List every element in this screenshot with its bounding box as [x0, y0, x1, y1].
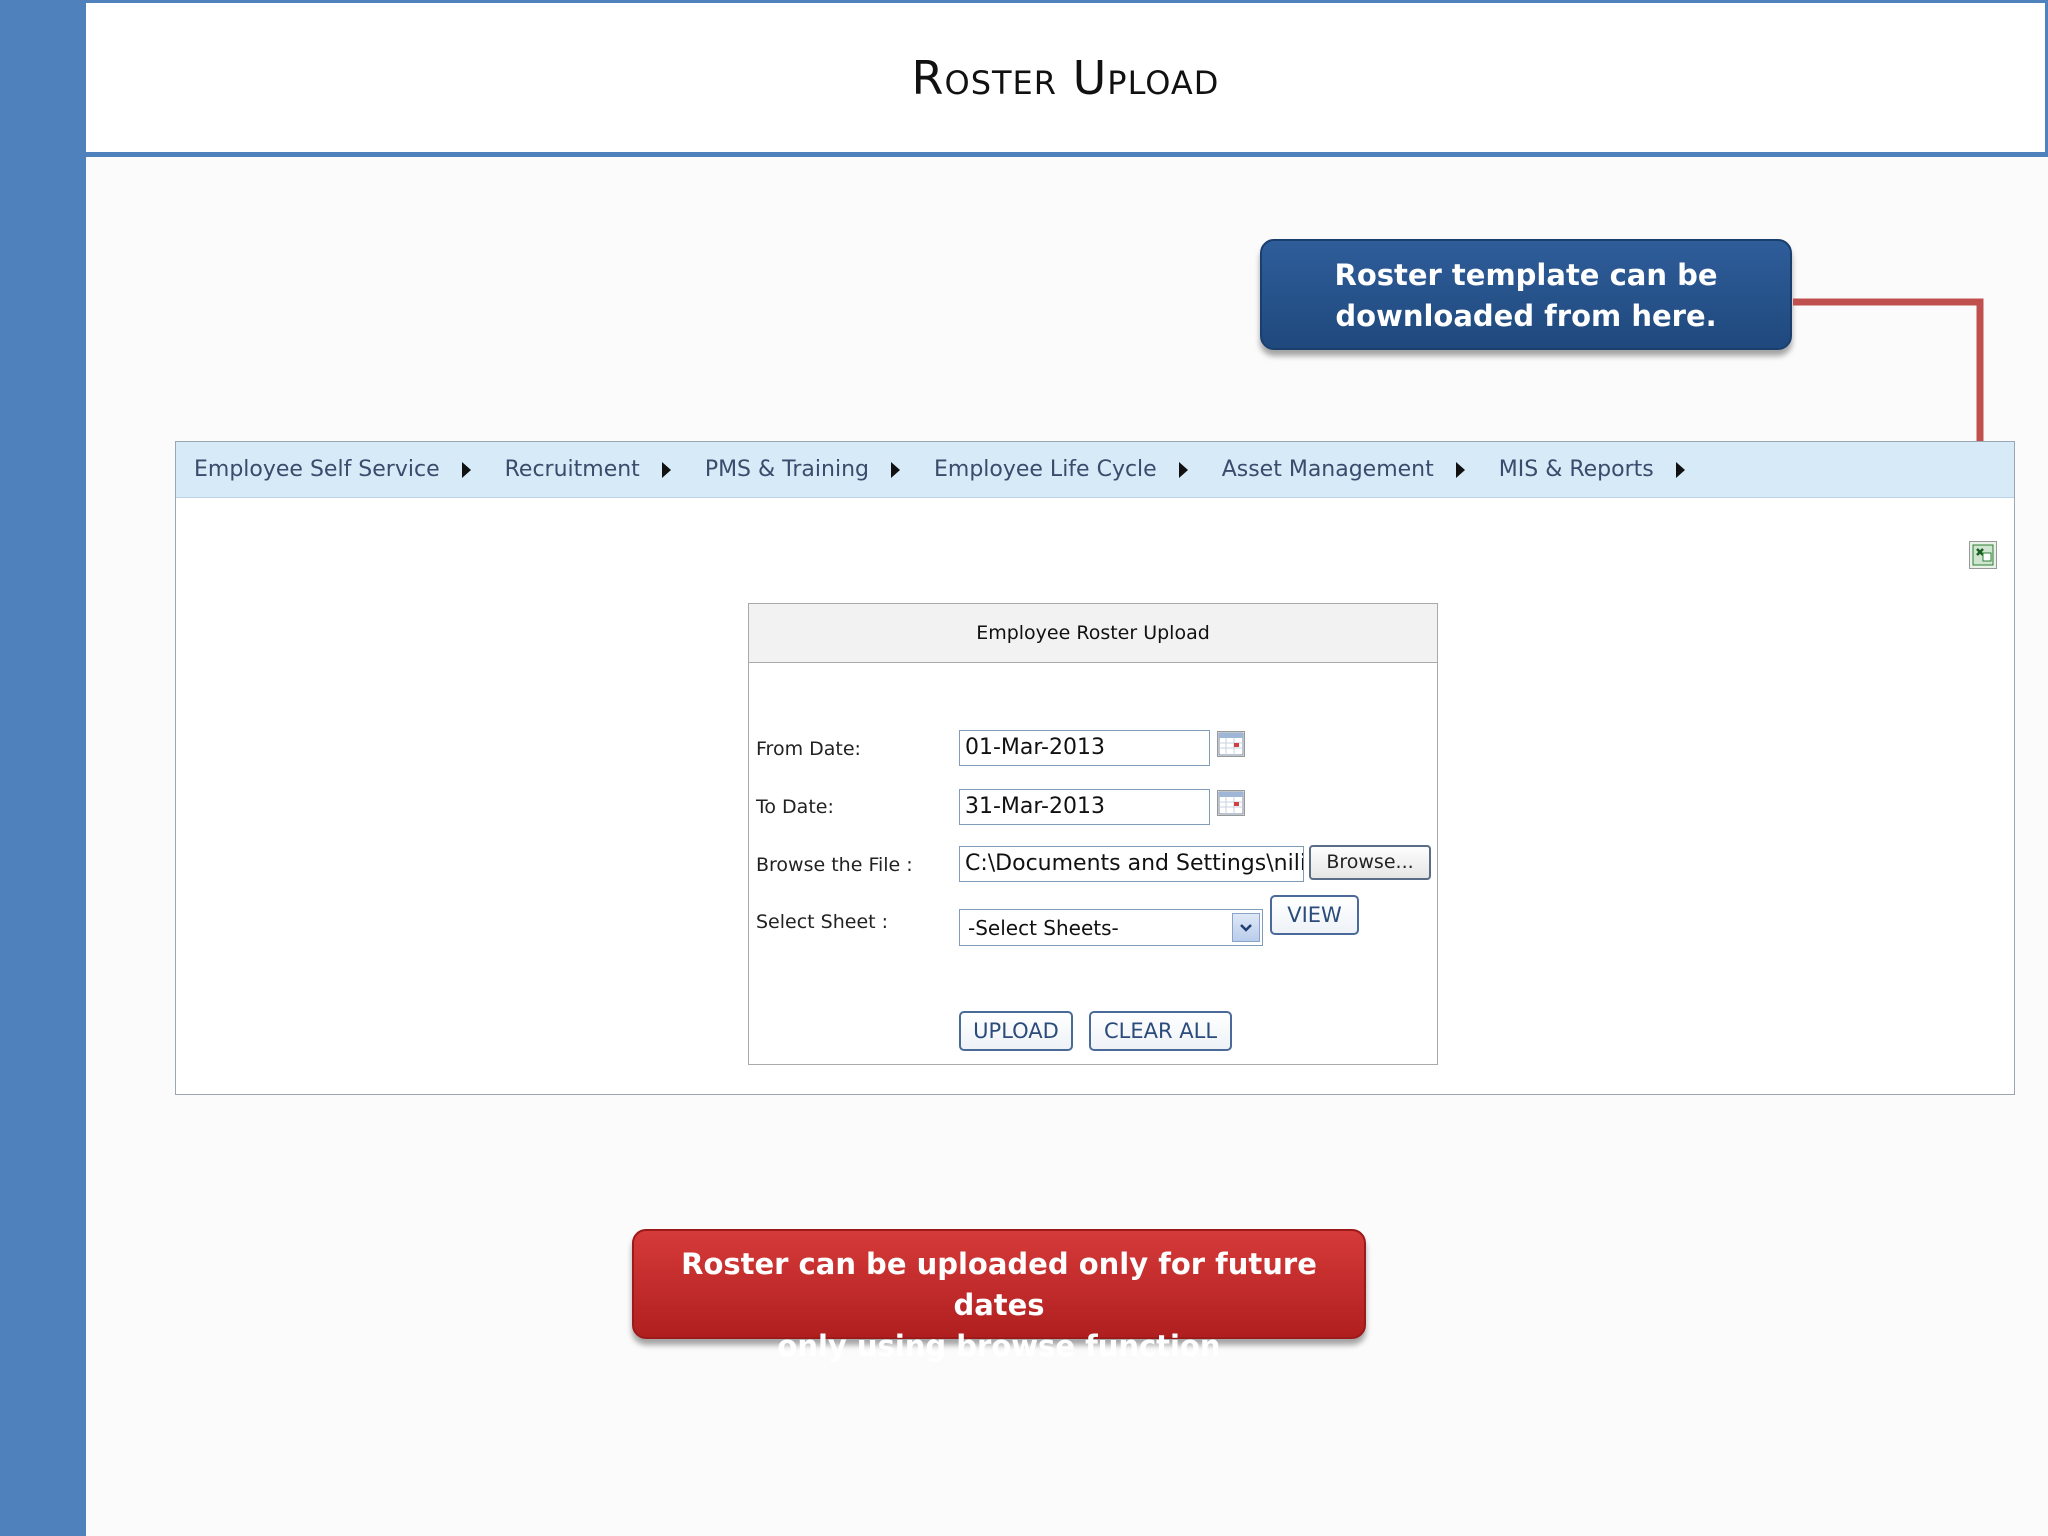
to-date-input[interactable]: 31-Mar-2013: [959, 789, 1210, 825]
menu-arrow-icon: [1675, 461, 1685, 478]
menu-arrow-icon: [461, 461, 471, 478]
menu-label: Asset Management: [1221, 457, 1434, 482]
menu-label: Recruitment: [504, 457, 640, 482]
from-date-calendar-icon[interactable]: [1217, 731, 1245, 757]
slide-left-band: [0, 0, 86, 1536]
from-date-input[interactable]: 01-Mar-2013: [959, 730, 1210, 766]
menu-arrow-icon: [661, 461, 671, 478]
to-date-calendar-icon[interactable]: [1217, 790, 1245, 816]
chevron-down-icon[interactable]: [1232, 913, 1260, 942]
upload-button[interactable]: UPLOAD: [959, 1011, 1073, 1051]
template-callout-line1: Roster template can be: [1334, 258, 1718, 292]
future-callout-line1: Roster can be uploaded only for future d…: [681, 1247, 1317, 1322]
to-date-label: To Date:: [756, 796, 834, 818]
future-dates-callout: Roster can be uploaded only for future d…: [632, 1229, 1366, 1363]
menu-recruitment[interactable]: Recruitment: [505, 457, 671, 482]
template-callout-line2: downloaded from here.: [1335, 299, 1717, 333]
slide-title-box: Roster Upload: [86, 0, 2048, 157]
main-menu-bar: Employee Self Service Recruitment PMS & …: [176, 442, 2014, 498]
template-callout: Roster template can be downloaded from h…: [1260, 239, 1792, 350]
excel-download-icon[interactable]: [1969, 541, 1997, 569]
menu-pms-training[interactable]: PMS & Training: [705, 457, 900, 482]
menu-arrow-icon: [1178, 461, 1188, 478]
slide-title: Roster Upload: [911, 51, 1220, 105]
view-button[interactable]: VIEW: [1270, 895, 1359, 935]
menu-label: MIS & Reports: [1498, 457, 1654, 482]
file-path-input[interactable]: C:\Documents and Settings\nilim: [959, 846, 1304, 882]
sheet-select-value: -Select Sheets-: [968, 916, 1119, 940]
roster-upload-panel: Employee Roster Upload From Date: 01-Mar…: [748, 603, 1438, 1065]
panel-title: Employee Roster Upload: [749, 604, 1437, 663]
menu-asset-management[interactable]: Asset Management: [1222, 457, 1465, 482]
from-date-label: From Date:: [756, 738, 861, 760]
browse-file-label: Browse the File :: [756, 854, 913, 876]
sheet-select[interactable]: -Select Sheets-: [959, 909, 1263, 946]
menu-label: Employee Self Service: [194, 457, 440, 482]
menu-employee-self-service[interactable]: Employee Self Service: [194, 457, 471, 482]
menu-arrow-icon: [1455, 461, 1465, 478]
menu-arrow-icon: [890, 461, 900, 478]
menu-employee-life-cycle[interactable]: Employee Life Cycle: [934, 457, 1188, 482]
menu-label: Employee Life Cycle: [933, 457, 1157, 482]
browse-button[interactable]: Browse...: [1309, 845, 1431, 880]
menu-mis-reports[interactable]: MIS & Reports: [1499, 457, 1685, 482]
menu-label: PMS & Training: [704, 457, 869, 482]
app-frame: Employee Self Service Recruitment PMS & …: [175, 441, 2015, 1095]
clear-all-button[interactable]: CLEAR ALL: [1089, 1011, 1232, 1051]
select-sheet-label: Select Sheet :: [756, 911, 889, 933]
future-callout-line2: only using browse function: [777, 1329, 1221, 1363]
